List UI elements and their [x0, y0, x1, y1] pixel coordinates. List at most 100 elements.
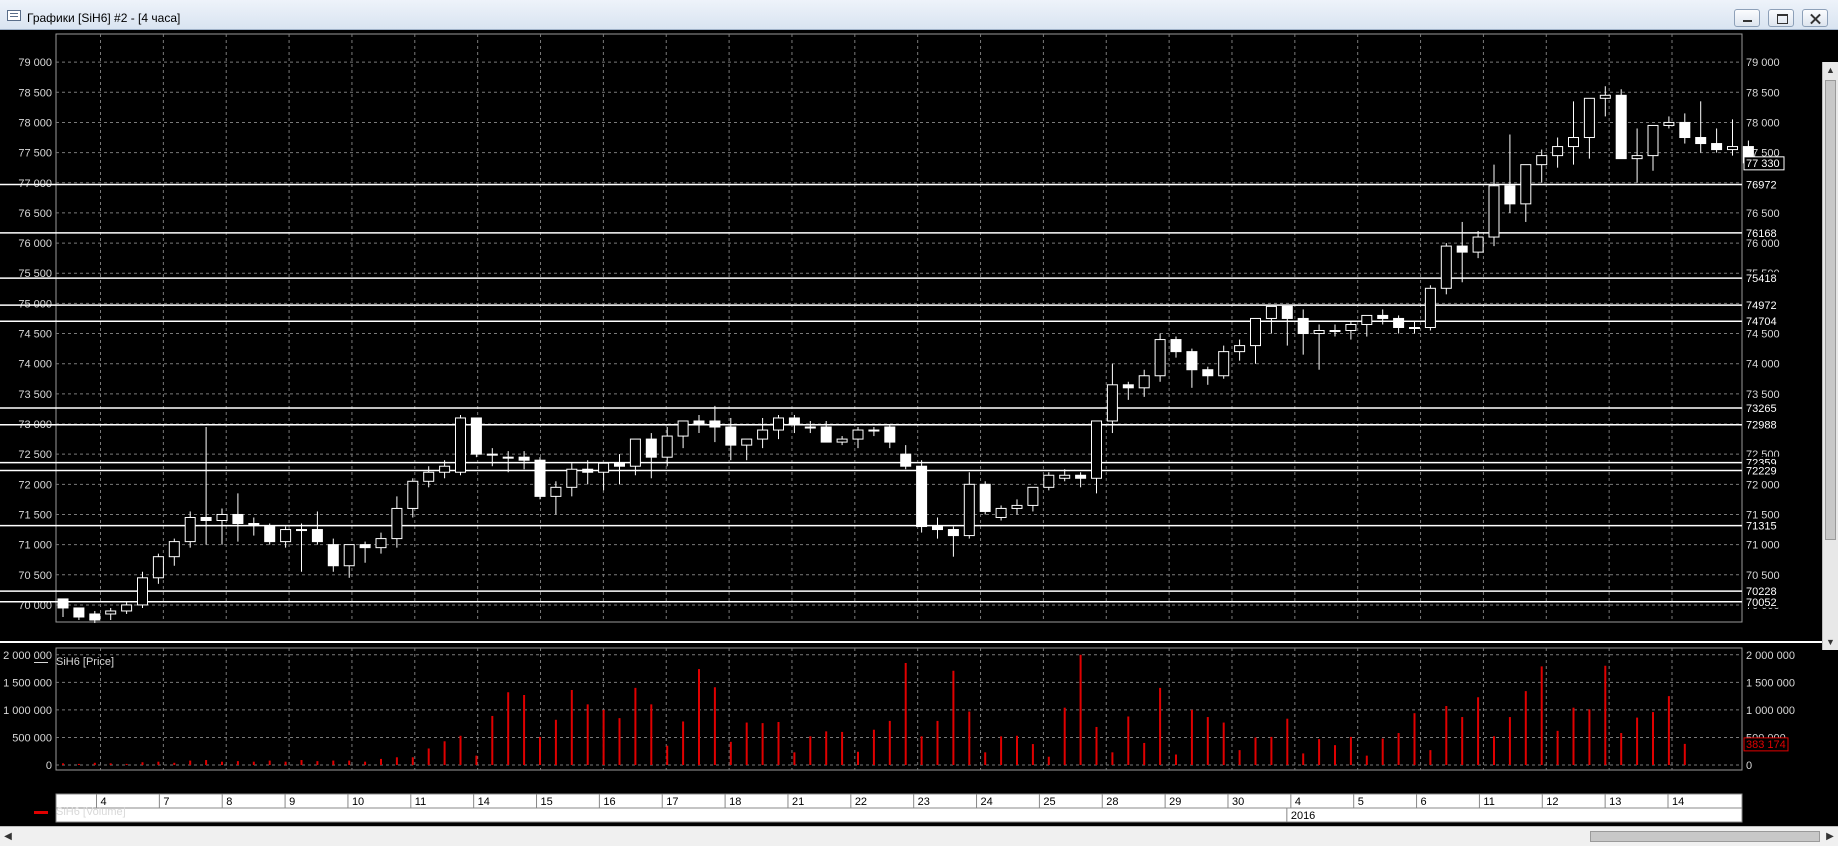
day-label: 21 [792, 796, 804, 808]
candle-body [1583, 97, 1595, 139]
scroll-up-icon[interactable]: ▲ [1823, 62, 1838, 78]
candle-body [518, 456, 530, 461]
chart-canvas[interactable]: 70 00070 00070 50070 50071 00071 00071 5… [0, 30, 1838, 846]
candle-body [1059, 474, 1071, 479]
candle-body [550, 486, 562, 497]
level-label: 73265 [1746, 403, 1777, 415]
price-tick-label-right: 72 000 [1746, 479, 1780, 491]
volume-tick-label-right: 1 500 000 [1746, 677, 1795, 689]
last-volume-label: 383 174 [1746, 739, 1786, 751]
candle-body [1393, 317, 1405, 328]
vertical-scroll-thumb[interactable] [1825, 80, 1836, 540]
candle-body [1106, 384, 1118, 422]
candle-body [1663, 121, 1675, 126]
price-tick-label-left: 72 500 [18, 449, 52, 461]
candle-body [375, 538, 387, 549]
candle-body [486, 453, 498, 456]
candle-body [1727, 146, 1738, 151]
candle-body [1043, 474, 1055, 488]
candle-body [1615, 94, 1627, 160]
candle-body [804, 426, 816, 429]
candle-body [57, 598, 69, 609]
minimize-button[interactable] [1734, 9, 1760, 27]
candle-body [725, 426, 737, 446]
price-tick-label-right: 79 000 [1746, 57, 1780, 69]
volume-tick-label-right: 1 000 000 [1746, 705, 1795, 717]
volume-tick-label-left: 1 500 000 [3, 677, 52, 689]
candle-body [1409, 327, 1420, 329]
candle-body [1472, 236, 1484, 253]
day-label: 28 [1106, 796, 1118, 808]
day-label: 23 [918, 796, 930, 808]
candle-body [184, 516, 196, 543]
last-price-label: 77 330 [1746, 158, 1780, 170]
candle-body [1679, 121, 1691, 139]
candle-body [1599, 94, 1611, 99]
candle-body [1647, 124, 1659, 157]
candle-body [73, 607, 85, 618]
scroll-left-icon[interactable]: ◀ [0, 828, 16, 845]
price-tick-label-right: 74 000 [1746, 359, 1780, 371]
horizontal-scrollbar[interactable]: ◀ ▶ [0, 826, 1838, 846]
maximize-button[interactable] [1768, 9, 1794, 27]
price-tick-label-right: 71 000 [1746, 540, 1780, 552]
candle-body [534, 459, 546, 497]
candle-body [1297, 317, 1309, 335]
day-label: 9 [289, 796, 295, 808]
candle-body [1695, 137, 1707, 145]
close-button[interactable] [1802, 9, 1828, 27]
horizontal-scroll-thumb[interactable] [1590, 831, 1820, 842]
price-tick-label-left: 78 000 [18, 117, 52, 129]
candle-body [423, 471, 435, 482]
price-tick-label-left: 77 500 [18, 148, 52, 160]
candle-body [1027, 486, 1039, 506]
day-label: 24 [981, 796, 993, 808]
day-label: 16 [603, 796, 615, 808]
candle-body [248, 523, 260, 526]
price-tick-label-right: 70 500 [1746, 570, 1780, 582]
scroll-right-icon[interactable]: ▶ [1822, 828, 1838, 845]
chart-window-icon [7, 10, 21, 21]
candle-body [1091, 420, 1102, 479]
volume-tick-label-left: 1 000 000 [3, 705, 52, 717]
level-label: 71315 [1746, 521, 1777, 533]
volume-tick-label-left: 0 [46, 760, 52, 772]
candle-body [979, 483, 991, 512]
price-tick-label-left: 76 500 [18, 208, 52, 220]
candle-body [1250, 317, 1261, 347]
candle-body [1536, 155, 1548, 166]
price-tick-label-left: 70 500 [18, 570, 52, 582]
candle-body [709, 420, 721, 428]
candle-body [439, 465, 451, 473]
candle-body [820, 426, 832, 443]
scroll-down-icon[interactable]: ▼ [1823, 634, 1838, 650]
volume-panel-frame [55, 647, 1743, 771]
candle-body [296, 529, 307, 532]
day-label: 10 [352, 796, 364, 808]
candle-body [1265, 305, 1277, 319]
candle-body [327, 544, 339, 567]
candle-body [677, 420, 689, 437]
candle-body [311, 529, 323, 543]
candle-body [200, 516, 212, 521]
candle-body [582, 468, 594, 473]
candle-body [502, 456, 514, 459]
candle-body [264, 526, 276, 543]
price-tick-label-right: 76 500 [1746, 208, 1780, 220]
day-label: 8 [226, 796, 232, 808]
chart-area[interactable]: 70 00070 00070 50070 50071 00071 00071 5… [0, 30, 1838, 846]
candle-body [1313, 330, 1325, 335]
candle-body [407, 480, 419, 509]
level-label: 72988 [1746, 420, 1777, 432]
price-tick-label-left: 73 500 [18, 389, 52, 401]
level-label: 72229 [1746, 466, 1777, 478]
candle-body [1361, 314, 1373, 325]
level-label: 76972 [1746, 179, 1777, 191]
vertical-scrollbar[interactable]: ▲ ▼ [1822, 62, 1838, 650]
candle-body [1234, 345, 1246, 353]
price-tick-label-left: 74 500 [18, 329, 52, 341]
candle-body [232, 513, 244, 525]
volume-tick-label-right: 0 [1746, 760, 1752, 772]
price-tick-label-left: 79 000 [18, 57, 52, 69]
candle-body [836, 438, 848, 443]
